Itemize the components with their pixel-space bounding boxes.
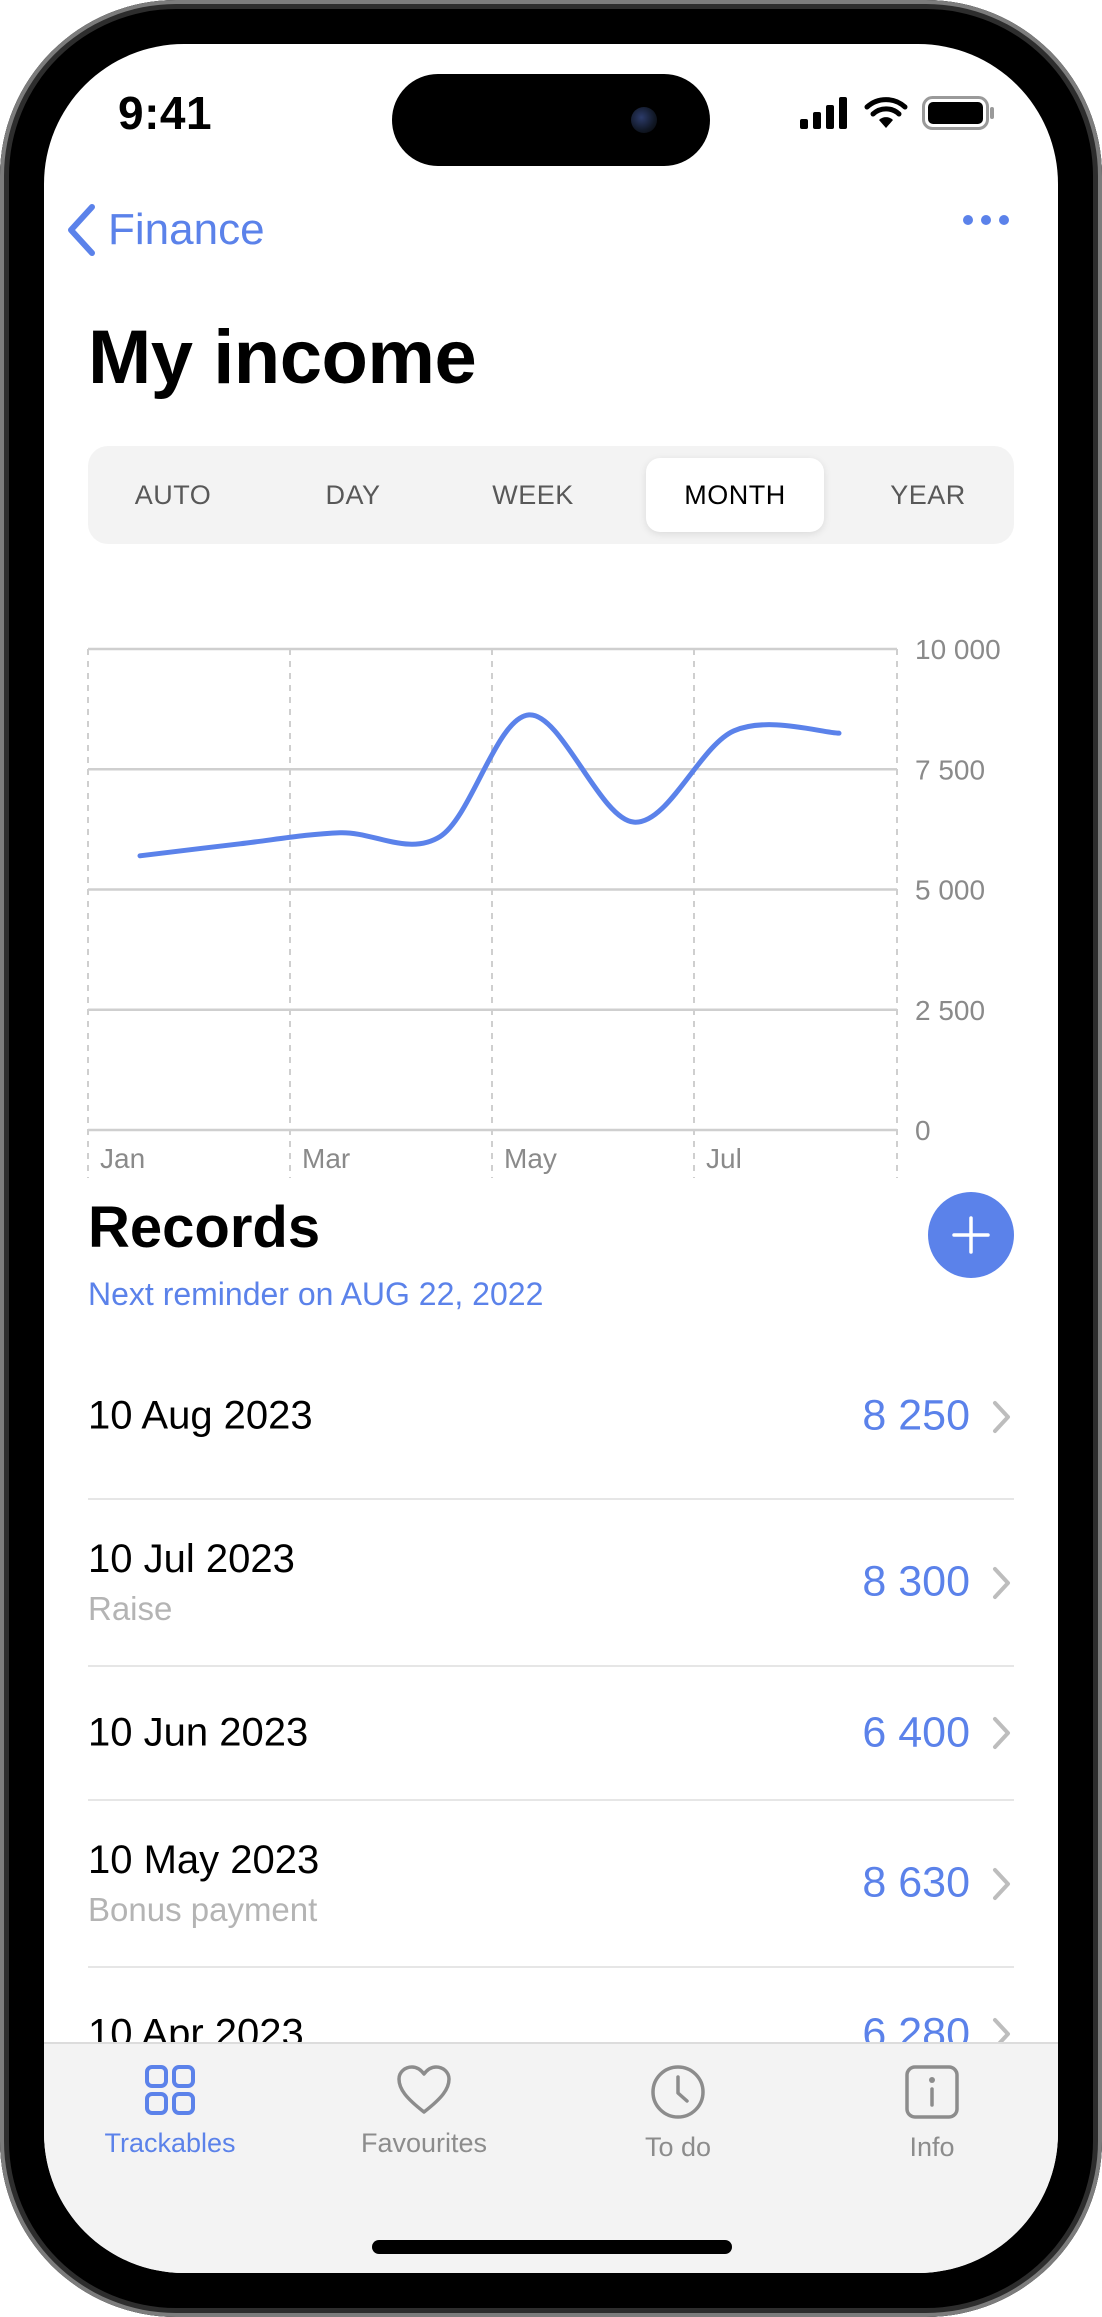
- record-amount: 8 250: [862, 1391, 970, 1440]
- heart-icon: [397, 2065, 451, 2114]
- plus-icon: [952, 1216, 990, 1254]
- segment-day[interactable]: DAY: [278, 446, 428, 544]
- period-segmented-control: AUTO DAY WEEK MONTH YEAR: [88, 446, 1014, 544]
- cellular-signal-icon: [800, 97, 847, 129]
- tab-trackables[interactable]: Trackables: [70, 2064, 270, 2159]
- clock-icon: [651, 2065, 705, 2119]
- record-row[interactable]: 10 May 2023 Bonus payment 8 630: [88, 1801, 1014, 1968]
- add-record-button[interactable]: [928, 1192, 1014, 1278]
- record-amount: 6 400: [862, 1708, 970, 1757]
- tab-bar: Trackables Favourites To do Info: [44, 2042, 1058, 2273]
- segment-week[interactable]: WEEK: [458, 446, 608, 544]
- records-list: 10 Aug 2023 8 250 10 Jul 2023 Raise 8 30…: [88, 1334, 1014, 2098]
- status-icons: [800, 96, 996, 130]
- record-date: 10 Jun 2023: [88, 1710, 309, 1755]
- y-tick-label: 2 500: [915, 995, 985, 1026]
- status-time: 9:41: [118, 87, 213, 139]
- record-amount: 8 630: [862, 1858, 970, 1907]
- tab-label: Favourites: [360, 2128, 488, 2158]
- segment-year[interactable]: YEAR: [848, 446, 1008, 544]
- tab-label: Trackables: [104, 2128, 236, 2158]
- y-tick-label: 5 000: [915, 875, 985, 906]
- chevron-right-icon: [993, 1717, 1010, 1749]
- page-title: My income: [88, 315, 477, 400]
- x-tick-label: Jul: [706, 1143, 742, 1174]
- tab-label: Info: [909, 2132, 955, 2162]
- chart-y-ticks: 0 2 500 5 000 7 500 10 000: [915, 634, 1001, 1146]
- record-date: 10 Jul 2023: [88, 1537, 295, 1581]
- home-indicator: [372, 2240, 732, 2254]
- tab-label: To do: [644, 2132, 712, 2162]
- chevron-right-icon: [993, 1567, 1010, 1599]
- next-reminder-text: Next reminder on AUG 22, 2022: [88, 1276, 544, 1312]
- camera-icon: [631, 107, 657, 133]
- chart-grid: [87, 647, 898, 1178]
- y-tick-label: 10 000: [915, 634, 1001, 665]
- income-line-chart: 0 2 500 5 000 7 500 10 000 Jan Mar May Jul: [87, 634, 1001, 1178]
- info-icon: [905, 2065, 959, 2119]
- record-date: 10 Aug 2023: [88, 1393, 313, 1438]
- tab-info[interactable]: Info: [832, 2064, 1032, 2163]
- more-button[interactable]: [962, 212, 1010, 233]
- x-tick-label: Mar: [302, 1143, 350, 1174]
- phone-frame: 9:41 Finance My income AUTO DAY WEEK MON…: [0, 0, 1102, 2317]
- record-date: 10 May 2023: [88, 1838, 320, 1882]
- back-label: Finance: [108, 205, 265, 254]
- record-row[interactable]: 10 Jun 2023 6 400: [88, 1667, 1014, 1801]
- grid-icon: [145, 2065, 195, 2115]
- dynamic-island: [392, 74, 710, 166]
- chevron-right-icon: [993, 1401, 1010, 1433]
- screen: 9:41 Finance My income AUTO DAY WEEK MON…: [44, 44, 1058, 2273]
- record-row[interactable]: 10 Jul 2023 Raise 8 300: [88, 1500, 1014, 1667]
- battery-icon: [922, 96, 994, 130]
- record-note: Bonus payment: [88, 1891, 318, 1928]
- y-tick-label: 0: [915, 1115, 931, 1146]
- x-tick-label: May: [504, 1143, 557, 1174]
- segment-month[interactable]: MONTH: [646, 458, 824, 532]
- records-title: Records: [88, 1195, 321, 1260]
- x-tick-label: Jan: [100, 1143, 145, 1174]
- chevron-right-icon: [993, 1868, 1010, 1900]
- series-line-income: [137, 712, 842, 859]
- chevron-left-icon: [68, 204, 95, 256]
- tab-to-do[interactable]: To do: [578, 2064, 778, 2163]
- record-amount: 8 300: [862, 1557, 970, 1606]
- record-note: Raise: [88, 1590, 173, 1627]
- y-tick-label: 7 500: [915, 754, 985, 785]
- tab-favourites[interactable]: Favourites: [324, 2064, 524, 2159]
- chart-series: [137, 712, 842, 859]
- segment-auto[interactable]: AUTO: [98, 446, 248, 544]
- chart-x-ticks: Jan Mar May Jul: [100, 1143, 742, 1174]
- ellipsis-icon: [963, 215, 1009, 225]
- back-button[interactable]: Finance: [66, 204, 265, 256]
- wifi-icon: [864, 97, 908, 128]
- record-row[interactable]: 10 Aug 2023 8 250: [88, 1334, 1014, 1500]
